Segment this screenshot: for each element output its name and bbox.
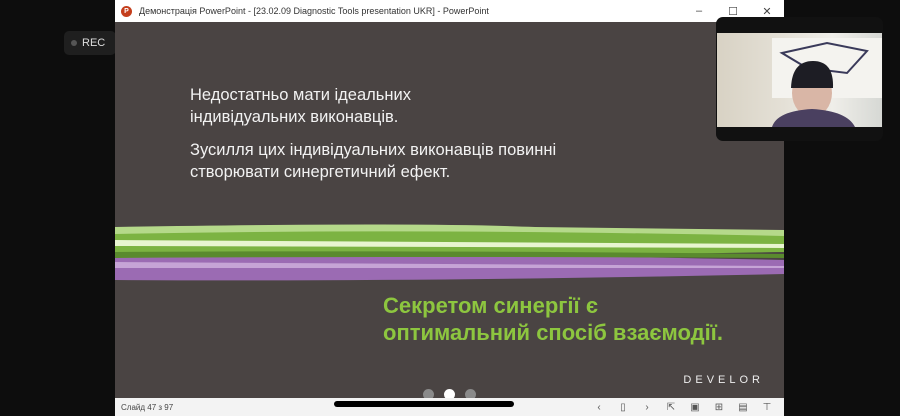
grid-view-icon[interactable]: ⊞	[712, 402, 726, 413]
pager-dot-active[interactable]	[444, 389, 455, 398]
text-line: індивідуальних виконавців.	[190, 108, 399, 126]
maximize-button[interactable]: ☐	[716, 5, 750, 18]
record-dot-icon	[71, 40, 77, 46]
develor-logo: DEVELOR	[683, 374, 764, 386]
webcam-video	[717, 33, 882, 127]
window-title: Демонстрація PowerPoint - [23.02.09 Diag…	[139, 6, 489, 16]
previous-button[interactable]: ‹	[592, 402, 606, 413]
status-bar: Слайд 47 з 97 ‹ ▯ › ⇱ ▣ ⊞ ▤ ⊤	[115, 398, 784, 416]
slideshow-icon[interactable]: ⊤	[760, 402, 774, 413]
title-bar: P Демонстрація PowerPoint - [23.02.09 Di…	[115, 0, 784, 22]
webcam-tile[interactable]	[716, 17, 883, 141]
text-line: створювати синергетичний ефект.	[190, 163, 451, 181]
powerpoint-window: P Демонстрація PowerPoint - [23.02.09 Di…	[115, 0, 784, 416]
normal-view-icon[interactable]: ▣	[688, 402, 702, 413]
pointer-icon[interactable]: ⇱	[664, 402, 678, 413]
presenter-figure	[772, 38, 882, 127]
next-button[interactable]: ›	[640, 402, 654, 413]
text-line: Недостатньо мати ідеальних	[190, 86, 411, 104]
slide-paragraph-1: Недостатньо мати ідеальних індивідуальних…	[190, 84, 411, 128]
decorative-stripes	[115, 222, 784, 292]
slide-paragraph-2: Зусилля цих індивідуальних виконавців по…	[190, 139, 556, 183]
text-line: оптимальний спосіб взаємодії.	[383, 320, 723, 345]
text-line: Зусилля цих індивідуальних виконавців по…	[190, 141, 557, 159]
rec-label: REC	[82, 37, 106, 49]
reading-view-icon[interactable]: ▤	[736, 402, 750, 413]
slide-counter: Слайд 47 з 97	[121, 402, 174, 412]
close-button[interactable]: ✕	[750, 5, 784, 18]
pager-dot[interactable]	[465, 389, 476, 398]
powerpoint-icon: P	[121, 5, 132, 17]
minimize-button[interactable]: –	[682, 5, 716, 17]
slide-highlight: Секретом синергії є оптимальний спосіб вз…	[383, 292, 723, 346]
slide[interactable]: Недостатньо мати ідеальних індивідуальних…	[115, 22, 784, 398]
recording-indicator: REC	[64, 31, 116, 55]
text-line: Секретом синергії є	[383, 293, 598, 318]
pager-dots[interactable]	[423, 389, 476, 398]
slide-sorter-icon[interactable]: ▯	[616, 402, 630, 413]
scrollbar[interactable]	[334, 401, 514, 407]
pager-dot[interactable]	[423, 389, 434, 398]
